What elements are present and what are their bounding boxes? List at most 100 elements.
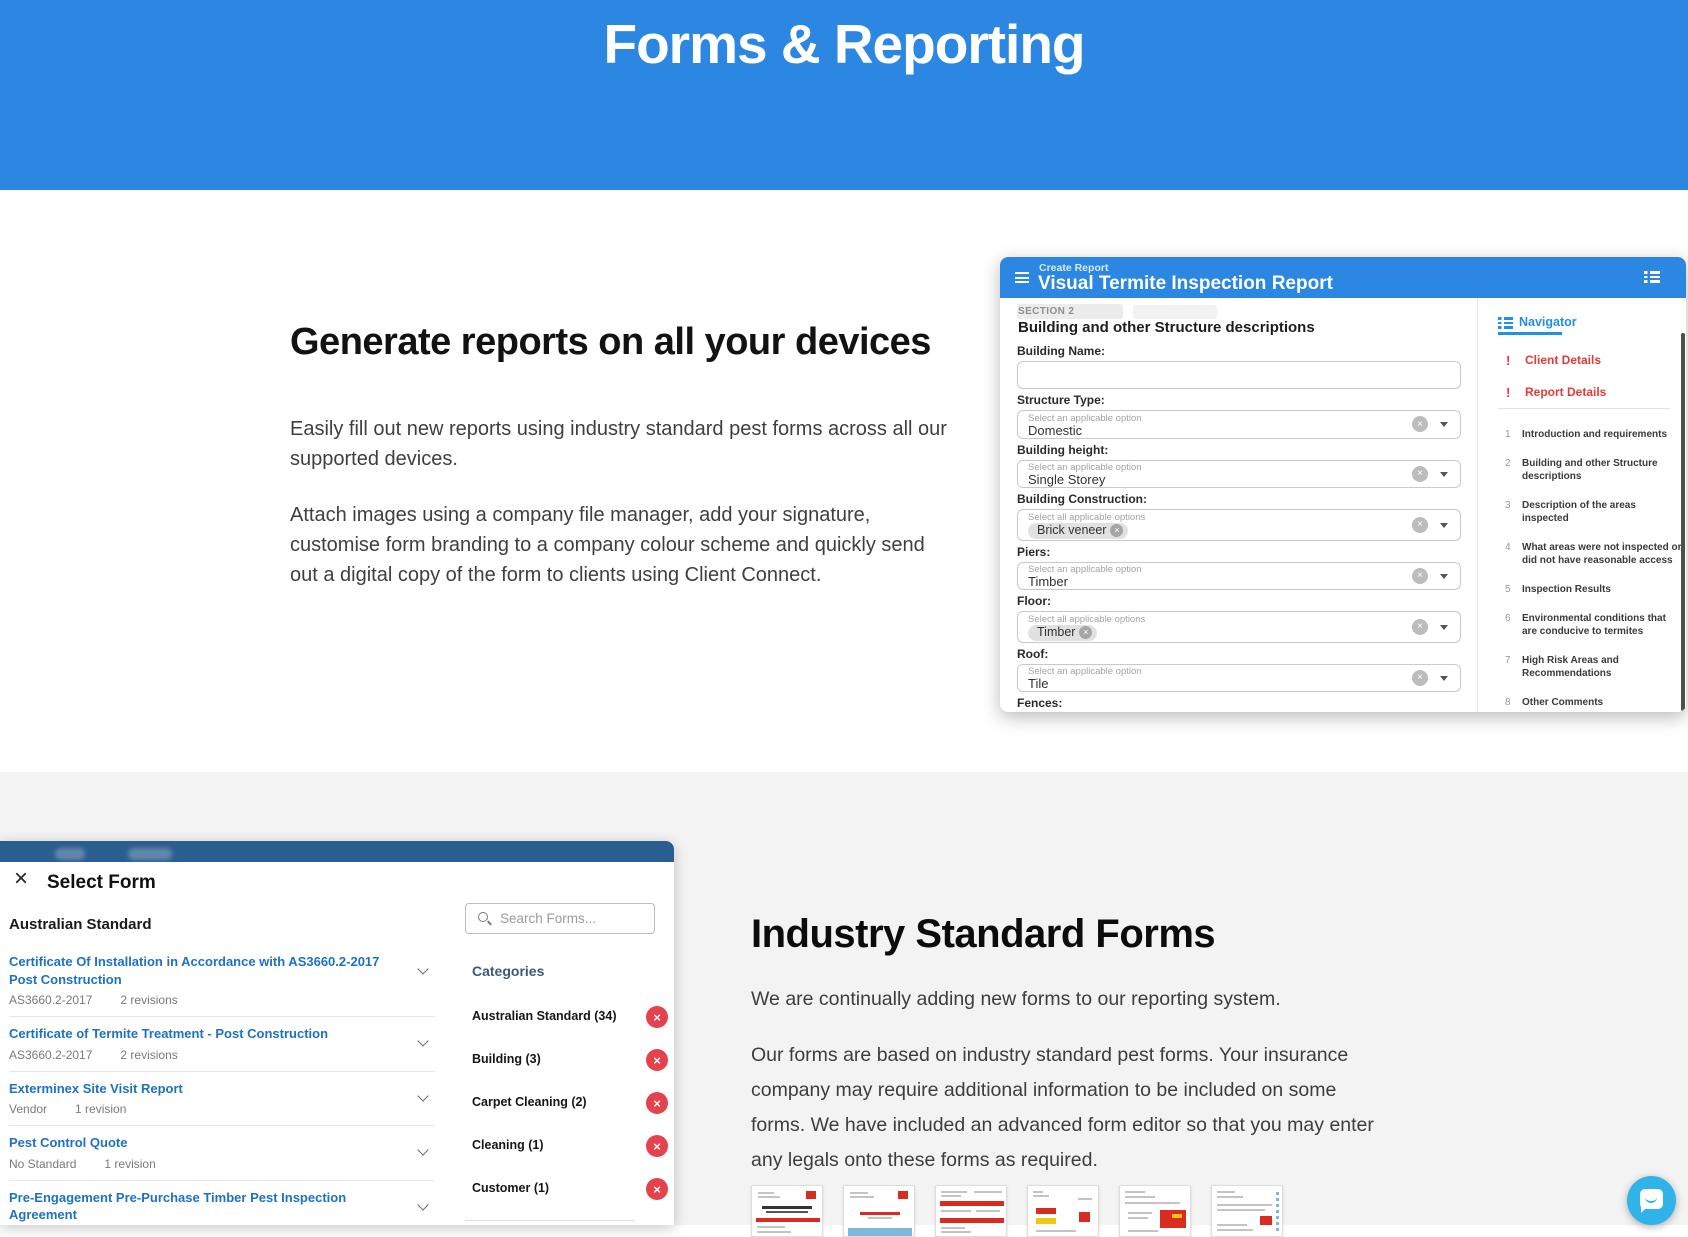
blurred-text [1133, 305, 1217, 319]
form-link[interactable]: Certificate Of Installation in Accordanc… [9, 953, 395, 988]
form-field: Building height: Select an applicable op… [1017, 444, 1461, 489]
category-label: Customer (1) [472, 1181, 549, 1195]
field-input[interactable]: Select an applicable option Single Store… [1017, 460, 1461, 489]
navigator-section-item[interactable]: 7 High Risk Areas and Recommendations [1478, 654, 1682, 680]
remove-chip-icon[interactable]: × [1079, 626, 1092, 639]
dropdown-caret-icon[interactable] [1440, 422, 1448, 427]
remove-category-button[interactable]: × [646, 1006, 668, 1028]
section-number: 7 [1505, 654, 1522, 680]
field-input[interactable]: Select an applicable option Timber × [1017, 562, 1461, 591]
blurred-text [128, 848, 172, 860]
form-link[interactable]: Certificate of Termite Treatment - Post … [9, 1025, 395, 1043]
form-revisions: 1 revision [75, 1102, 126, 1116]
field-placeholder: Select an applicable option [1028, 667, 1405, 677]
chevron-down-icon[interactable] [417, 1035, 428, 1046]
form-field: Building Name: [1017, 345, 1461, 389]
modal-top-bar [0, 841, 674, 862]
form-link[interactable]: Pre-Engagement Pre-Purchase Timber Pest … [9, 1189, 395, 1224]
scrollbar[interactable] [1681, 333, 1685, 711]
navigator-sections: 1 Introduction and requirements 2 Buildi… [1478, 428, 1682, 712]
navigator-section-item[interactable]: 3 Description of the areas inspected [1478, 499, 1682, 525]
form-link[interactable]: Pest Control Quote [9, 1134, 395, 1152]
chevron-down-icon[interactable] [417, 1090, 428, 1101]
category-row: Building (3) × [455, 1048, 674, 1072]
form-list-item[interactable]: Exterminex Site Visit Report Vendor1 rev… [9, 1072, 435, 1127]
navigator-alert-item[interactable]: ! Client Details [1478, 353, 1686, 368]
navigator-section-item[interactable]: 6 Environmental conditions that are cond… [1478, 612, 1682, 638]
search-box [465, 903, 655, 934]
create-report-window: Create Report Visual Termite Inspection … [1000, 257, 1686, 712]
field-input[interactable]: Select all applicable options Timber× × [1017, 611, 1461, 643]
clear-field-icon[interactable]: × [1412, 619, 1428, 635]
form-standard: AS3660.2-2017 [9, 993, 92, 1007]
field-placeholder: Select an applicable option [1028, 565, 1405, 575]
chat-launcher-button[interactable] [1627, 1176, 1676, 1225]
report-body: SECTION 2 Building and other Structure d… [1000, 298, 1686, 712]
report-form-pane: SECTION 2 Building and other Structure d… [1000, 298, 1477, 712]
select-form-modal: × Select Form Australian Standard Certif… [0, 841, 674, 1225]
navigator-toggle-icon[interactable] [1644, 271, 1660, 285]
close-icon[interactable]: × [14, 867, 28, 891]
section-number: 1 [1505, 428, 1522, 441]
form-revisions: 2 revisions [120, 1048, 177, 1062]
section-number: 5 [1505, 583, 1522, 596]
remove-category-button[interactable]: × [646, 1092, 668, 1114]
field-input[interactable] [1017, 361, 1461, 389]
remove-category-button[interactable]: × [646, 1178, 668, 1200]
blurred-text [55, 848, 85, 860]
clear-field-icon[interactable]: × [1412, 466, 1428, 482]
field-input[interactable]: Select an applicable option Domestic × [1017, 410, 1461, 439]
search-icon [478, 912, 488, 922]
navigator-section-item[interactable]: 4 What areas were not inspected or did n… [1478, 541, 1682, 567]
navigator-icon [1498, 317, 1513, 331]
clear-field-icon[interactable]: × [1412, 568, 1428, 584]
dropdown-caret-icon[interactable] [1440, 574, 1448, 579]
dropdown-caret-icon[interactable] [1440, 523, 1448, 528]
form-list-item[interactable]: Certificate Of Installation in Accordanc… [9, 945, 435, 1017]
search-input[interactable] [500, 904, 650, 933]
form-standard: AS3660.2-2017 [9, 1048, 92, 1062]
forms-list-column: Australian Standard Certificate Of Insta… [9, 916, 435, 1225]
alert-icon: ! [1506, 385, 1525, 400]
dropdown-caret-icon[interactable] [1440, 625, 1448, 630]
dropdown-caret-icon[interactable] [1440, 676, 1448, 681]
form-revisions: 1 revision [104, 1157, 155, 1171]
form-field: Roof: Select an applicable option Tile × [1017, 648, 1461, 693]
form-field: Building Construction: Select all applic… [1017, 493, 1461, 541]
chevron-down-icon[interactable] [417, 1199, 428, 1210]
field-placeholder: Select all applicable options [1028, 615, 1405, 625]
dropdown-caret-icon[interactable] [1440, 472, 1448, 477]
categories-column: Categories Australian Standard (34) × Bu… [455, 903, 674, 1225]
section-heading: Generate reports on all your devices [290, 316, 950, 370]
alert-icon: ! [1506, 353, 1525, 368]
navigator-section-item[interactable]: 8 Other Comments [1478, 696, 1682, 709]
category-label: Carpet Cleaning (2) [472, 1095, 587, 1109]
form-list-item[interactable]: Certificate of Termite Treatment - Post … [9, 1017, 435, 1072]
form-link[interactable]: Exterminex Site Visit Report [9, 1080, 395, 1098]
form-preview-row [751, 1185, 1283, 1237]
clear-field-icon[interactable]: × [1412, 416, 1428, 432]
tab-navigator[interactable]: Navigator [1519, 315, 1577, 329]
clear-field-icon[interactable]: × [1412, 670, 1428, 686]
section-paragraph: Attach images using a company file manag… [290, 500, 950, 590]
field-input[interactable]: Select all applicable options Brick vene… [1017, 509, 1461, 541]
field-value: Timber [1028, 575, 1405, 588]
chevron-down-icon[interactable] [417, 1145, 428, 1156]
form-list-item[interactable]: Pre-Engagement Pre-Purchase Timber Pest … [9, 1181, 435, 1225]
chevron-down-icon[interactable] [417, 963, 428, 974]
category-row: Australian Standard (34) × [455, 1005, 674, 1029]
navigator-section-item[interactable]: 1 Introduction and requirements [1478, 428, 1682, 441]
clear-field-icon[interactable]: × [1412, 517, 1428, 533]
remove-category-button[interactable]: × [646, 1135, 668, 1157]
categories-heading: Categories [472, 963, 544, 979]
form-thumbnail [1211, 1185, 1283, 1237]
category-row: Carpet Cleaning (2) × [455, 1091, 674, 1115]
menu-icon[interactable] [1015, 272, 1029, 286]
navigator-section-item[interactable]: 5 Inspection Results [1478, 583, 1682, 596]
remove-chip-icon[interactable]: × [1110, 524, 1123, 537]
field-input[interactable]: Select an applicable option Tile × [1017, 664, 1461, 693]
navigator-section-item[interactable]: 2 Building and other Structure descripti… [1478, 457, 1682, 483]
remove-category-button[interactable]: × [646, 1049, 668, 1071]
form-list-item[interactable]: Pest Control Quote No Standard1 revision [9, 1126, 435, 1181]
navigator-alert-item[interactable]: ! Report Details [1478, 385, 1686, 400]
